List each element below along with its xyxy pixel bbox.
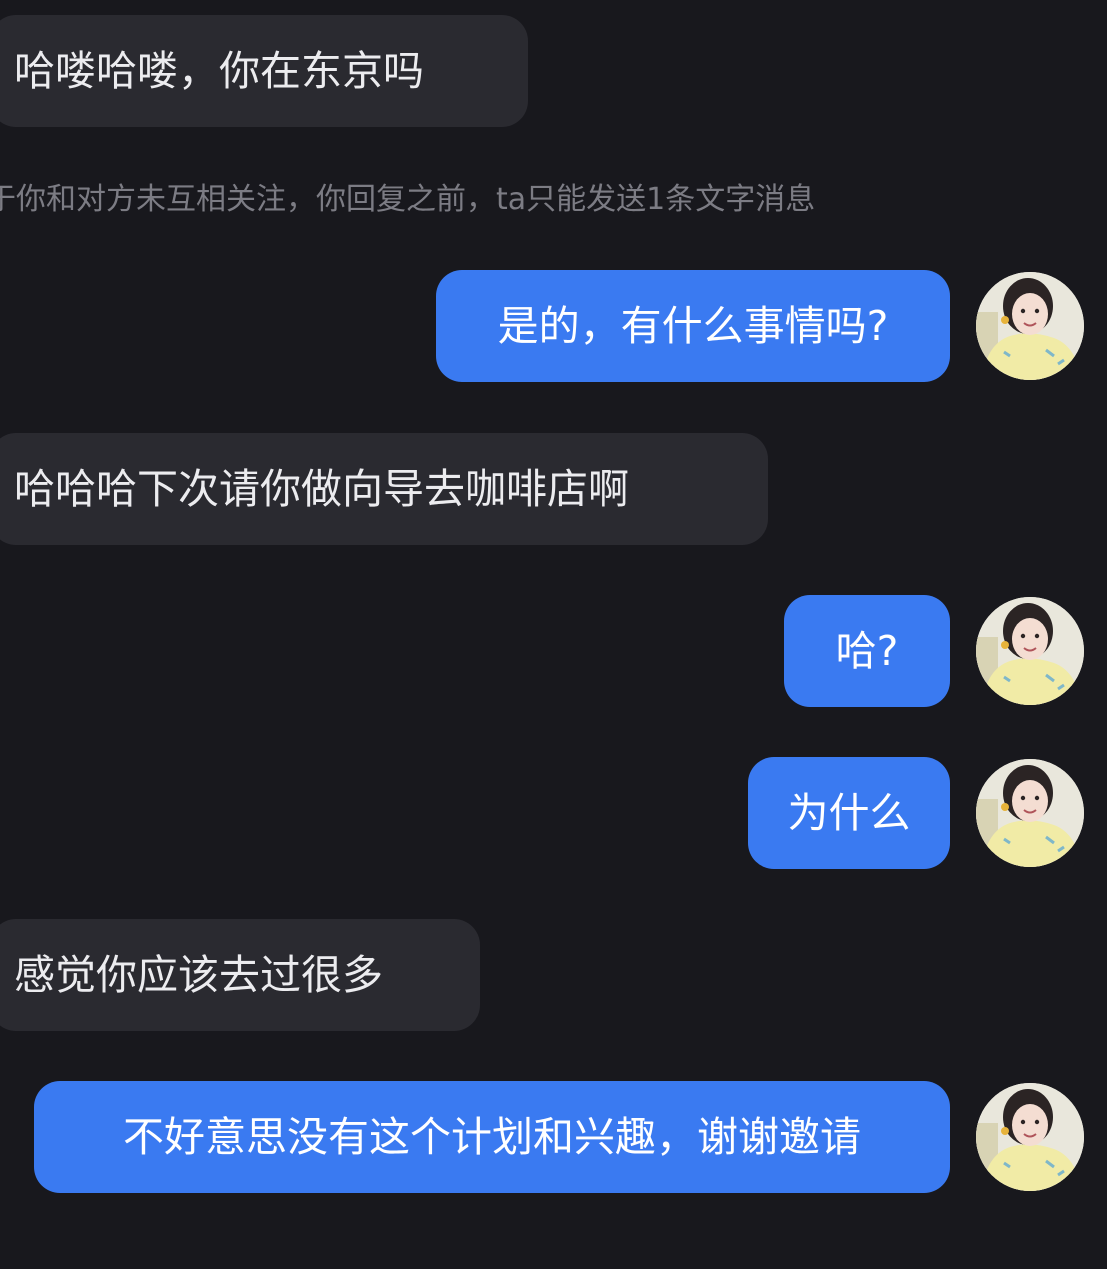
user-avatar[interactable] [976, 272, 1084, 380]
user-avatar[interactable] [976, 759, 1084, 867]
chat-thread[interactable]: 哈喽哈喽，你在东京吗 于你和对方未互相关注，你回复之前，ta只能发送1条文字消息… [0, 0, 1107, 1269]
outgoing-message-bubble[interactable]: 不好意思没有这个计划和兴趣，谢谢邀请 [34, 1081, 950, 1193]
user-avatar[interactable] [976, 597, 1084, 705]
user-avatar[interactable] [976, 1083, 1084, 1191]
outgoing-message-bubble[interactable]: 为什么 [748, 757, 950, 869]
avatar-photo-icon [976, 272, 1084, 380]
avatar-photo-icon [976, 759, 1084, 867]
avatar-photo-icon [976, 1083, 1084, 1191]
follow-restriction-notice: 于你和对方未互相关注，你回复之前，ta只能发送1条文字消息 [0, 182, 816, 217]
outgoing-message-bubble[interactable]: 是的，有什么事情吗? [436, 270, 950, 382]
incoming-message-bubble[interactable]: 感觉你应该去过很多 [0, 919, 480, 1031]
avatar-photo-icon [976, 597, 1084, 705]
outgoing-message-bubble[interactable]: 哈? [784, 595, 950, 707]
incoming-message-bubble[interactable]: 哈喽哈喽，你在东京吗 [0, 15, 528, 127]
incoming-message-bubble[interactable]: 哈哈哈下次请你做向导去咖啡店啊 [0, 433, 768, 545]
